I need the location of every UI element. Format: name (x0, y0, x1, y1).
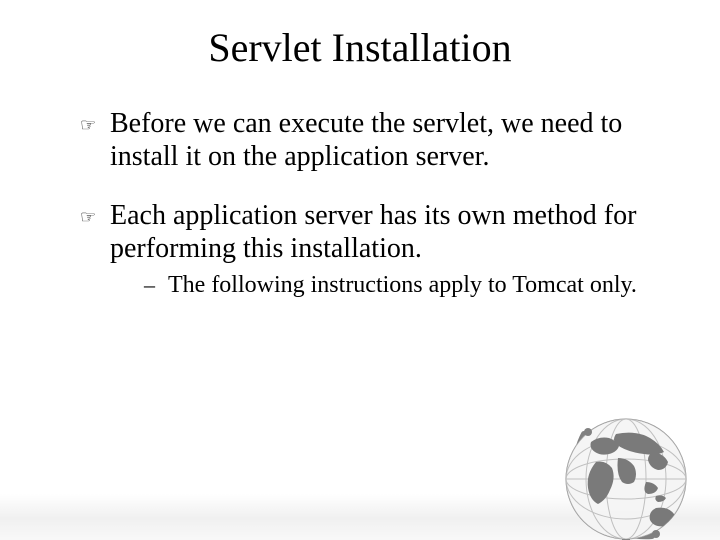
slide-title: Servlet Installation (0, 24, 720, 71)
sub-bullet-text: The following instructions apply to Tomc… (168, 272, 637, 298)
bullet-text: Each application server has its own meth… (110, 200, 636, 264)
bullet-item: ☞ Before we can execute the servlet, we … (80, 107, 664, 173)
bullet-item: ☞ Each application server has its own me… (80, 199, 664, 300)
globe-icon (506, 404, 706, 540)
slide-body: ☞ Before we can execute the servlet, we … (0, 107, 720, 300)
dash-icon: – (144, 271, 155, 299)
sub-bullet-item: – The following instructions apply to To… (110, 271, 664, 300)
bullet-text: Before we can execute the servlet, we ne… (110, 108, 622, 172)
pointing-hand-icon: ☞ (80, 203, 96, 231)
pointing-hand-icon: ☞ (80, 111, 96, 139)
slide: Servlet Installation ☞ Before we can exe… (0, 24, 720, 540)
